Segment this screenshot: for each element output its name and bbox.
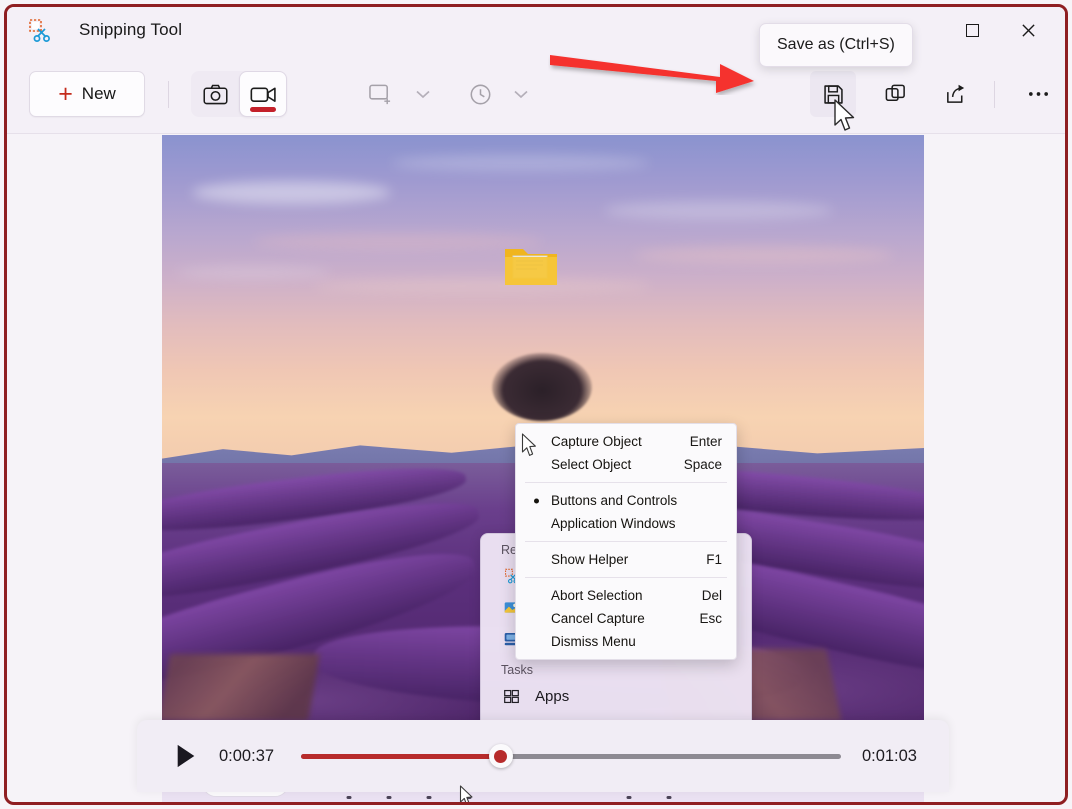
context-menu-item[interactable]: Buttons and Controls — [516, 489, 736, 512]
context-menu-item-shortcut: Del — [702, 588, 722, 603]
context-menu-item-label: Show Helper — [551, 552, 628, 567]
plus-icon: + — [58, 82, 73, 107]
video-player-controls: 0:00:37 0:01:03 — [137, 720, 949, 792]
mouse-cursor — [833, 99, 857, 133]
context-menu-separator — [525, 541, 727, 542]
copy-button[interactable] — [872, 71, 918, 117]
tree — [492, 353, 592, 421]
delay-timer-button[interactable] — [459, 71, 501, 117]
ellipsis-icon — [1027, 90, 1050, 98]
record-active-indicator — [250, 107, 276, 112]
context-menu: Capture Object Enter Select Object Space But… — [515, 423, 737, 660]
context-menu-item-shortcut: Space — [684, 457, 722, 472]
copy-icon — [884, 83, 907, 106]
context-menu-item-label: Buttons and Controls — [551, 493, 677, 508]
new-button[interactable]: + New — [29, 71, 145, 117]
page-title: Snipping Tool — [79, 20, 182, 40]
annotation-arrow — [548, 47, 773, 95]
context-menu-item-shortcut: Enter — [690, 434, 722, 449]
context-menu-items: Capture Object Enter Select Object Space But… — [516, 430, 736, 653]
context-menu-item[interactable]: Cancel Capture Esc — [516, 607, 736, 630]
dirt-path-left — [162, 654, 320, 721]
context-menu-separator — [525, 482, 727, 483]
shape-mode-button[interactable] — [359, 71, 401, 117]
video-camera-icon — [250, 85, 277, 104]
context-menu-item[interactable]: Abort Selection Del — [516, 584, 736, 607]
toolbar-divider-2 — [994, 81, 995, 108]
share-icon — [944, 83, 967, 106]
maximize-button[interactable] — [949, 7, 995, 53]
rectangle-mode-icon — [368, 83, 393, 106]
clock-delay-icon — [469, 83, 492, 106]
seek-slider[interactable] — [301, 745, 841, 767]
share-button[interactable] — [932, 71, 978, 117]
seek-progress — [301, 754, 501, 759]
context-menu-item[interactable]: Capture Object Enter — [516, 430, 736, 453]
play-icon — [174, 743, 198, 769]
context-menu-item-label: Cancel Capture — [551, 611, 645, 626]
seek-thumb-core — [494, 750, 507, 763]
apps-grid-icon — [501, 687, 521, 707]
context-menu-item[interactable]: Show Helper F1 — [516, 548, 736, 571]
delay-timer-dropdown[interactable] — [503, 71, 539, 117]
context-menu-item[interactable]: Select Object Space — [516, 453, 736, 476]
camera-icon — [203, 84, 228, 105]
context-menu-item[interactable]: Application Windows — [516, 512, 736, 535]
snipping-tool-window: Snipping Tool + New — [4, 4, 1068, 805]
toolbar-divider — [168, 81, 169, 108]
mouse-cursor — [459, 785, 475, 805]
mode-snip-button[interactable] — [191, 71, 239, 117]
maximize-icon — [966, 24, 979, 37]
context-menu-item-shortcut: F1 — [706, 552, 722, 567]
context-menu-item-label: Application Windows — [551, 516, 676, 531]
mode-record-button[interactable] — [239, 71, 287, 117]
video-preview[interactable]: Recent — [162, 135, 924, 721]
context-menu-item-label: Abort Selection — [551, 588, 643, 603]
context-menu-item-label: Select Object — [551, 457, 631, 472]
shape-mode-dropdown[interactable] — [405, 71, 441, 117]
seek-thumb[interactable] — [489, 744, 513, 768]
context-menu-item-label: Dismiss Menu — [551, 634, 636, 649]
chevron-down-icon — [416, 90, 430, 99]
new-button-label: New — [82, 84, 116, 104]
play-button[interactable] — [169, 739, 203, 773]
capture-mode-group — [191, 71, 287, 117]
list-item-label: Apps — [535, 688, 569, 705]
context-menu-separator — [525, 577, 727, 578]
elapsed-time: 0:00:37 — [219, 747, 287, 766]
context-menu-item[interactable]: Dismiss Menu — [516, 630, 736, 653]
folder-icon — [503, 243, 559, 287]
close-icon — [1021, 23, 1036, 38]
chevron-down-icon — [514, 90, 528, 99]
total-time: 0:01:03 — [855, 747, 917, 766]
snipping-tool-icon — [25, 18, 53, 44]
close-button[interactable] — [1005, 7, 1051, 53]
more-options-button[interactable] — [1015, 71, 1061, 117]
save-as-tooltip: Save as (Ctrl+S) — [759, 23, 913, 67]
context-menu-item-shortcut: Esc — [699, 611, 722, 626]
context-menu-item-label: Capture Object — [551, 434, 642, 449]
list-item-apps[interactable]: Apps — [481, 681, 751, 712]
